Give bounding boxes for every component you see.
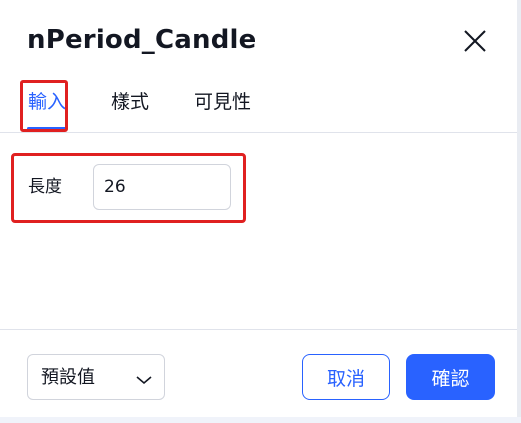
tab-highlight-box [20,80,68,132]
dialog-title: nPeriod_Candle [27,25,257,55]
tab-bar: 輸入 樣式 可見性 [0,80,521,133]
confirm-button[interactable]: 確認 [406,354,495,400]
close-button[interactable] [458,24,492,58]
defaults-label: 預設值 [41,367,95,388]
close-icon[interactable] [458,24,492,58]
tab-visibility[interactable]: 可見性 [194,90,251,114]
dialog-edge [517,0,521,423]
chevron-down-icon [135,371,153,390]
indicator-settings-dialog: nPeriod_Candle 輸入 樣式 可見性 長度 預設值 取消 確認 [0,0,521,423]
length-input[interactable] [93,164,231,210]
defaults-dropdown[interactable]: 預設值 [27,354,165,400]
cancel-button[interactable]: 取消 [302,354,390,400]
bottom-strip [0,417,521,423]
footer-divider [0,329,521,330]
tab-style[interactable]: 樣式 [111,90,149,114]
length-label: 長度 [28,177,62,197]
